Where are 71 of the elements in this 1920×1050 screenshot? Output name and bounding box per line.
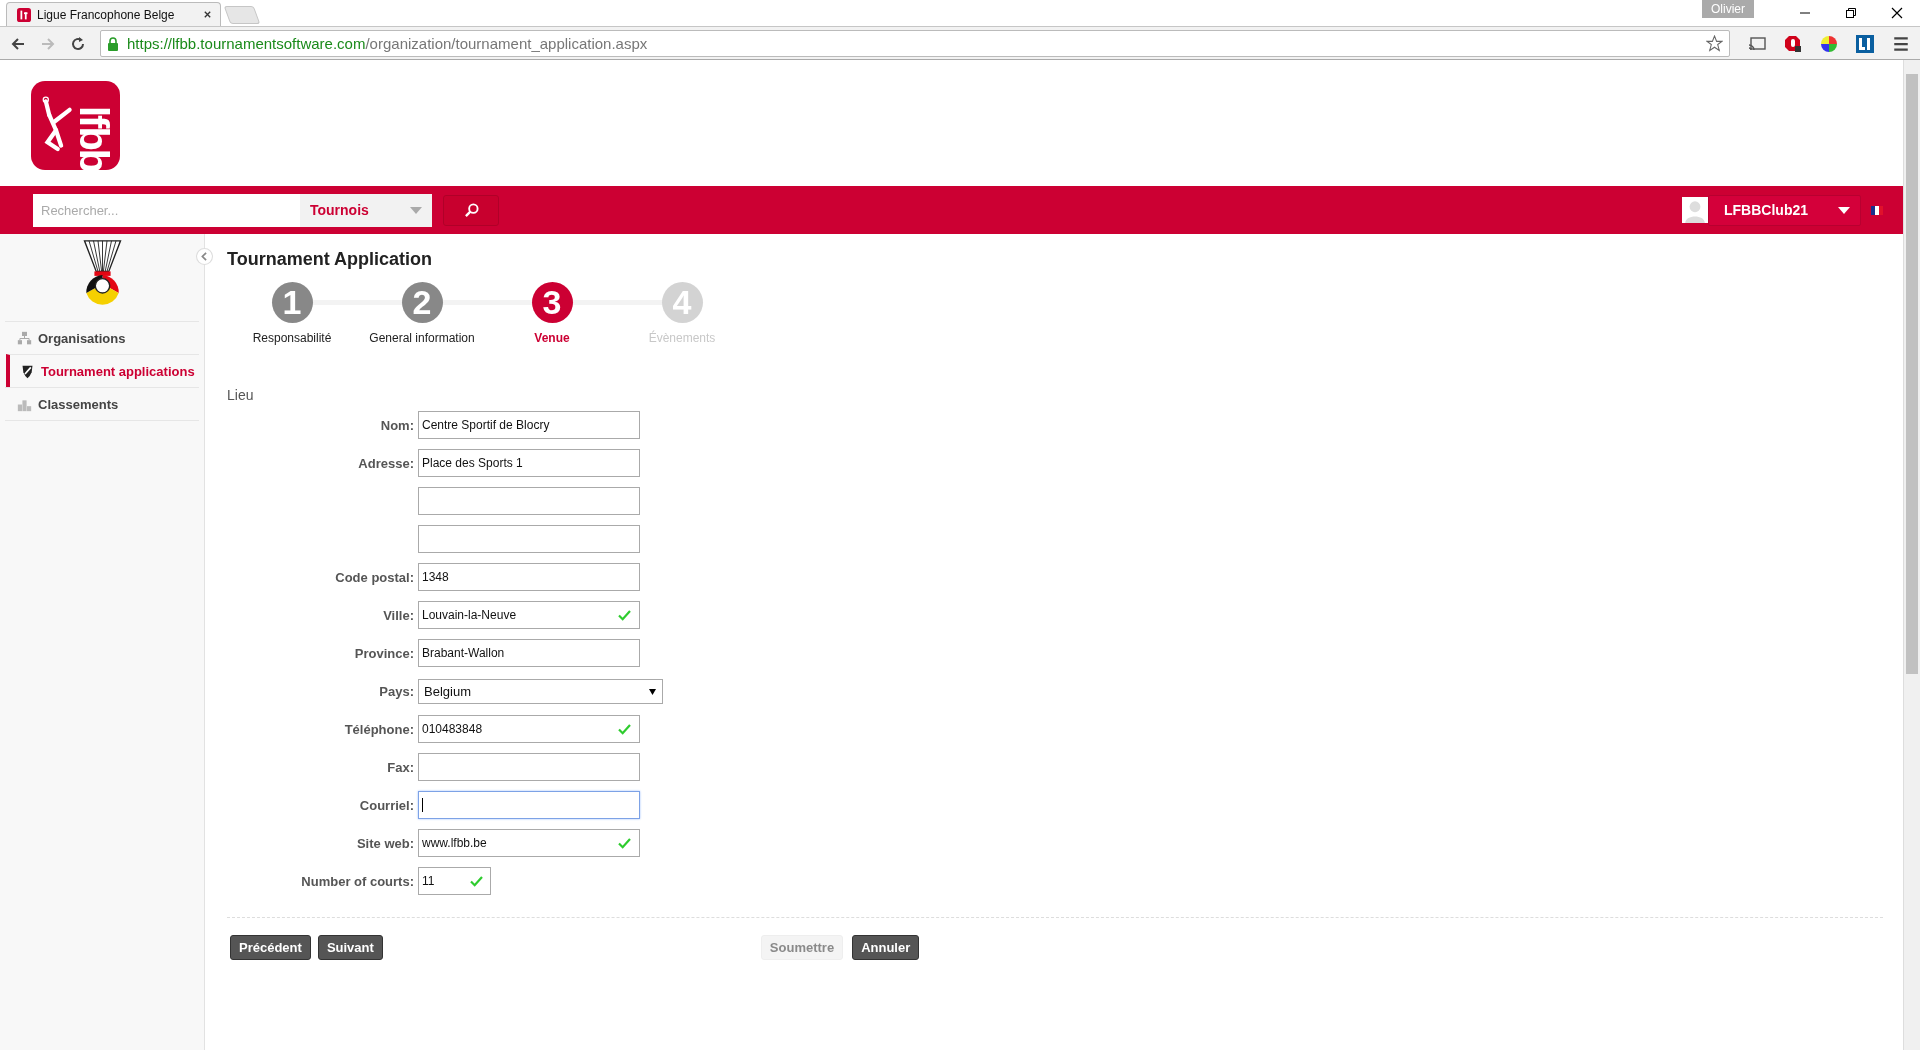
sidebar-item[interactable]: Classements bbox=[5, 387, 199, 421]
country-dropdown[interactable]: Belgium bbox=[418, 678, 663, 704]
stop-hand-icon[interactable] bbox=[1784, 34, 1802, 53]
step-label: General information bbox=[369, 331, 475, 345]
text-field[interactable]: 11 bbox=[418, 867, 491, 895]
step-number[interactable]: 2 bbox=[401, 282, 443, 323]
flag-icon[interactable] bbox=[1871, 205, 1883, 215]
browser-tab[interactable]: Ligue Francophone Belge bbox=[6, 2, 221, 26]
scrollbar[interactable] bbox=[1903, 60, 1920, 1050]
tab-title: Ligue Francophone Belge bbox=[37, 7, 176, 22]
sidebar-item[interactable]: Organisations bbox=[5, 321, 199, 354]
step-label: Responsabilité bbox=[252, 331, 332, 345]
caret-icon bbox=[1838, 206, 1850, 214]
sidebar-item[interactable]: Tournament applications bbox=[6, 354, 199, 387]
search-field[interactable]: Rechercher... bbox=[33, 193, 300, 227]
reload-icon[interactable] bbox=[70, 35, 86, 52]
step-number[interactable]: 1 bbox=[271, 282, 313, 323]
text-cursor bbox=[422, 798, 423, 812]
user-menu-button[interactable]: LFBBClub21 bbox=[1708, 194, 1861, 226]
text-field[interactable] bbox=[418, 487, 640, 515]
text-field[interactable] bbox=[418, 791, 640, 819]
page-title: Tournament Application bbox=[227, 249, 433, 270]
extension-icon[interactable] bbox=[1856, 34, 1874, 53]
search-icon bbox=[463, 202, 479, 218]
site-logo[interactable]: lfbb bbox=[31, 81, 120, 170]
scroll-thumb[interactable] bbox=[1906, 74, 1918, 674]
text-field[interactable]: Centre Sportif de Blocry bbox=[418, 411, 640, 439]
field-label: Téléphone: bbox=[343, 721, 415, 737]
cast-icon[interactable] bbox=[1748, 34, 1766, 53]
form-button[interactable]: Précédent bbox=[230, 935, 311, 960]
field-label: Code postal: bbox=[334, 569, 415, 585]
field-label: Site web: bbox=[355, 835, 415, 851]
text-field[interactable]: Place des Sports 1 bbox=[418, 449, 640, 477]
site-icon bbox=[17, 7, 31, 22]
field-label: Adresse: bbox=[357, 455, 415, 471]
section-heading: Lieu bbox=[227, 387, 255, 403]
organisation-chart-icon bbox=[17, 330, 32, 346]
form-button[interactable]: Suivant bbox=[317, 935, 383, 960]
field-label: Courriel: bbox=[358, 797, 415, 813]
field-label: Pays: bbox=[378, 683, 415, 699]
bookmark-star-icon[interactable] bbox=[1706, 35, 1723, 52]
field-label: Nom: bbox=[379, 417, 415, 433]
text-field[interactable]: www.lfbb.be bbox=[418, 829, 640, 857]
search-scope-dropdown[interactable]: Tournois bbox=[300, 193, 432, 227]
caret-icon bbox=[410, 206, 422, 214]
shield-icon bbox=[20, 363, 35, 379]
step-number[interactable]: 3 bbox=[531, 282, 573, 323]
field-label: Province: bbox=[353, 645, 415, 661]
text-field[interactable] bbox=[418, 525, 640, 553]
url-text: https://lfbb.tournamentsoftware.com/organization/tournament_application.aspx bbox=[127, 35, 648, 52]
text-field[interactable]: 010483848 bbox=[418, 715, 640, 743]
close-icon[interactable] bbox=[1891, 7, 1903, 19]
text-field[interactable]: 1348 bbox=[418, 563, 640, 591]
form-button[interactable]: Annuler bbox=[852, 935, 920, 960]
collapse-button[interactable] bbox=[196, 248, 213, 265]
restore-icon[interactable] bbox=[1845, 7, 1857, 19]
caret-icon bbox=[649, 687, 656, 695]
field-label: Number of courts: bbox=[300, 873, 415, 889]
color-wheel-icon[interactable] bbox=[1820, 34, 1838, 53]
menu-icon[interactable] bbox=[1892, 34, 1910, 53]
step-label: Venue bbox=[534, 331, 570, 345]
text-field[interactable]: Brabant-Wallon bbox=[418, 639, 640, 667]
lock-icon bbox=[107, 36, 119, 51]
field-label: Ville: bbox=[382, 607, 415, 623]
field-label: Fax: bbox=[386, 759, 415, 775]
text-field[interactable] bbox=[418, 753, 640, 781]
address-bar[interactable]: https://lfbb.tournamentsoftware.com/organization/tournament_application.aspx bbox=[100, 30, 1730, 57]
close-icon[interactable] bbox=[203, 10, 212, 19]
search-button[interactable] bbox=[443, 194, 499, 226]
text-field[interactable]: Louvain-la-Neuve bbox=[418, 601, 640, 629]
back-icon[interactable] bbox=[10, 35, 26, 52]
